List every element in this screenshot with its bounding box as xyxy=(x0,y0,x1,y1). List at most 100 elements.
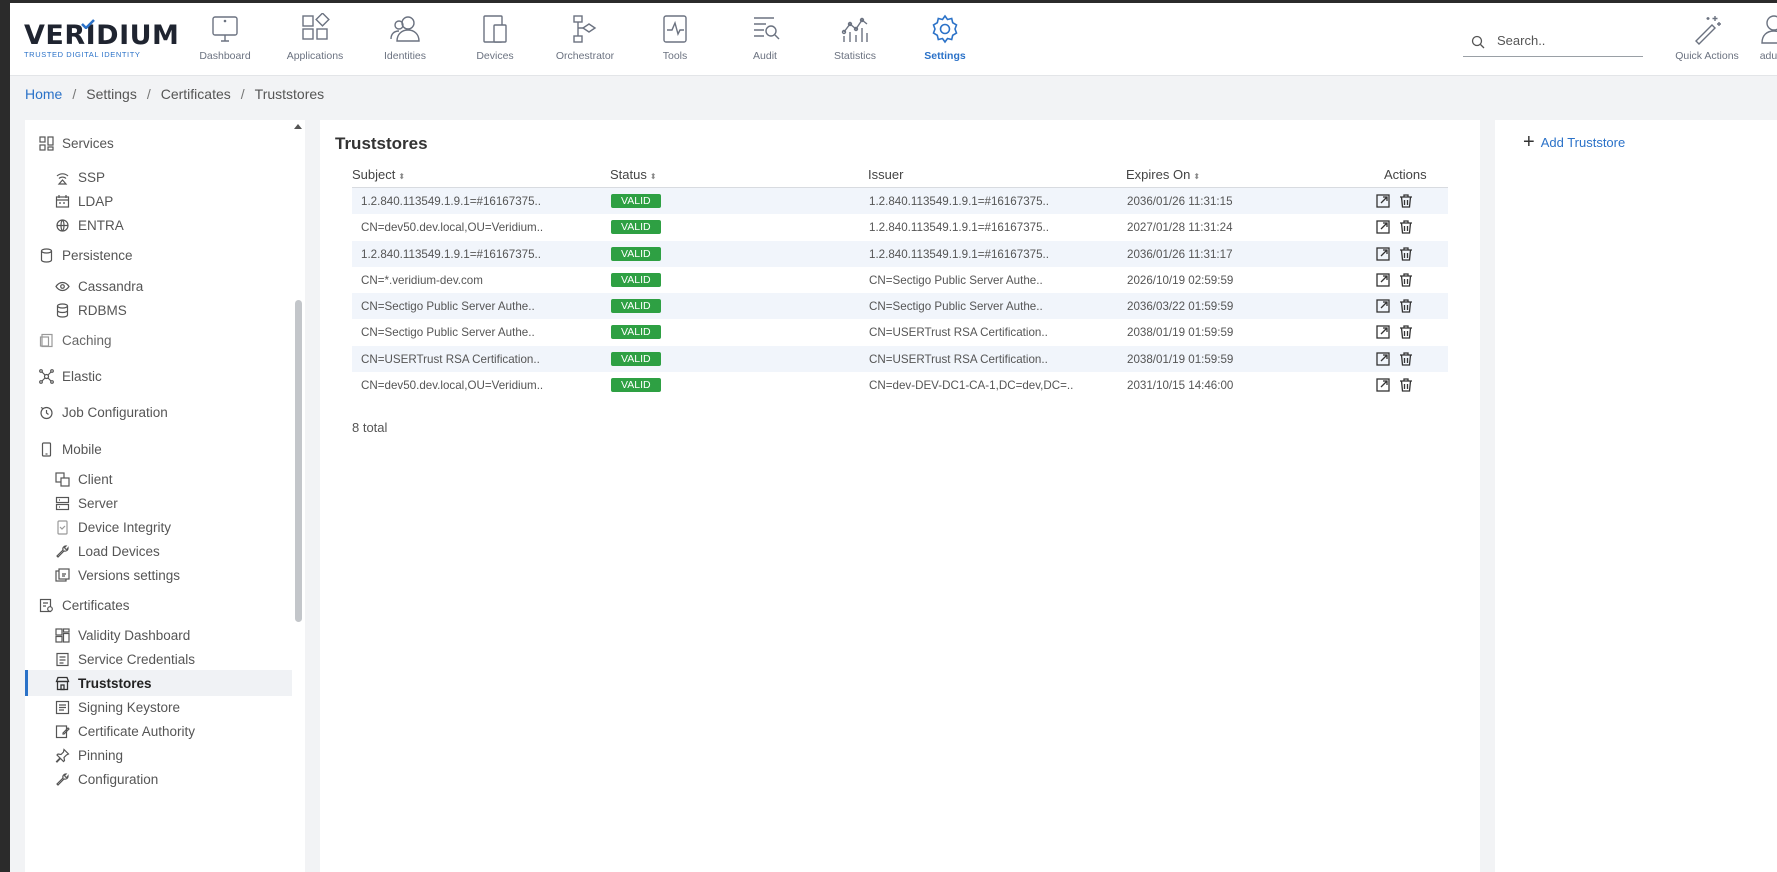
table-row[interactable]: CN=dev50.dev.local,OU=Veridium.. VALID 1.2… xyxy=(352,214,1448,240)
trash-icon[interactable] xyxy=(1398,298,1414,314)
column-expires-label: Expires On xyxy=(1126,167,1191,182)
table-row[interactable]: 1.2.840.113549.1.9.1=#16167375.. VALID 1.2… xyxy=(352,188,1448,215)
add-truststore-label: Add Truststore xyxy=(1540,134,1626,150)
table-row[interactable]: CN=Sectigo Public Server Authe.. VALID CN=… xyxy=(352,319,1448,345)
sidebar-item-configuration[interactable]: Configuration xyxy=(25,766,292,792)
sidebar-item-certificates[interactable]: Certificates xyxy=(25,592,292,618)
sidebar-item-services[interactable]: Services xyxy=(25,130,292,156)
user-menu[interactable]: aduse xyxy=(1754,3,1777,76)
audit-icon xyxy=(754,17,780,40)
add-truststore-button[interactable]: + Add Truststore xyxy=(1523,132,1626,152)
open-icon[interactable] xyxy=(1375,324,1391,340)
trash-icon[interactable] xyxy=(1398,219,1414,235)
page-title: Truststores xyxy=(335,134,428,153)
open-icon[interactable] xyxy=(1375,298,1391,314)
scroll-up-arrow-icon[interactable] xyxy=(294,124,302,129)
cache-icon xyxy=(39,333,53,347)
sidebar-item-certificate-authority[interactable]: Certificate Authority xyxy=(25,718,292,744)
nav-dashboard[interactable]: Dashboard xyxy=(180,3,270,76)
sidebar-item-server[interactable]: Server xyxy=(25,490,292,516)
gear-icon xyxy=(932,14,958,44)
column-actions-label: Actions xyxy=(1384,167,1427,182)
network-icon xyxy=(39,368,54,384)
table-row[interactable]: 1.2.840.113549.1.9.1=#16167375.. VALID 1.2… xyxy=(352,240,1448,267)
magic-wand-icon xyxy=(1695,16,1721,45)
nav-devices[interactable]: Devices xyxy=(450,3,540,76)
nav-tools[interactable]: Tools xyxy=(630,3,720,76)
sidebar-item-entra[interactable]: ENTRA xyxy=(25,212,292,238)
cell-expires: 2036/03/22 01:59:59 xyxy=(1127,300,1234,314)
table-row[interactable]: CN=USERTrust RSA Certification.. VALID CN=… xyxy=(352,345,1448,373)
sidebar-label: Device Integrity xyxy=(78,519,172,535)
sidebar-item-mobile[interactable]: Mobile xyxy=(25,436,292,462)
sidebar-item-rdbms[interactable]: RDBMS xyxy=(25,297,292,323)
breadcrumb-certificates[interactable]: Certificates xyxy=(161,86,231,102)
nav-statistics[interactable]: Statistics xyxy=(810,3,900,76)
document-icon xyxy=(56,652,69,666)
open-icon[interactable] xyxy=(1375,246,1391,262)
nav-settings[interactable]: Settings xyxy=(900,3,990,76)
nav-orchestrator[interactable]: Orchestrator xyxy=(540,3,630,76)
sidebar-item-persistence[interactable]: Persistence xyxy=(25,242,292,268)
sidebar-item-ldap[interactable]: LDAP xyxy=(25,188,292,214)
trash-icon[interactable] xyxy=(1398,246,1414,262)
open-icon[interactable] xyxy=(1375,219,1391,235)
logo-tagline: TRUSTED DIGITAL IDENTITY xyxy=(24,50,141,59)
open-icon[interactable] xyxy=(1375,351,1391,367)
search-input[interactable] xyxy=(1497,29,1637,51)
sidebar-item-elastic[interactable]: Elastic xyxy=(25,363,292,389)
cell-expires: 2036/01/26 11:31:15 xyxy=(1127,195,1233,208)
sidebar-item-caching[interactable]: Caching xyxy=(25,327,292,353)
column-expires[interactable]: Expires On ⬍ xyxy=(1126,167,1200,182)
sidebar-item-validity-dashboard[interactable]: Validity Dashboard xyxy=(25,622,292,648)
sidebar-item-device-integrity[interactable]: Device Integrity xyxy=(25,514,292,540)
table-row[interactable]: CN=Sectigo Public Server Authe.. VALID CN=… xyxy=(352,293,1448,320)
sidebar-item-truststores[interactable]: Truststores xyxy=(25,670,292,696)
table-row[interactable]: CN=*.veridium-dev.com VALID CN=Sectigo Pub… xyxy=(352,267,1448,293)
pin-icon xyxy=(55,747,70,763)
cell-issuer: 1.2.840.113549.1.9.1=#16167375.. xyxy=(869,195,1049,208)
nav-audit[interactable]: Audit xyxy=(720,3,810,76)
sidebar-label: Pinning xyxy=(78,747,124,763)
column-status[interactable]: Status ⬍ xyxy=(610,167,657,182)
nav-label: Devices xyxy=(476,50,514,62)
column-subject[interactable]: Subject ⬍ xyxy=(352,167,405,182)
breadcrumb-settings[interactable]: Settings xyxy=(86,86,137,102)
sidebar-scrollbar[interactable] xyxy=(292,120,305,872)
nav-identities[interactable]: Identities xyxy=(360,3,450,76)
status-badge: VALID xyxy=(611,351,661,366)
edit-icon xyxy=(55,724,70,738)
sidebar-item-pinning[interactable]: Pinning xyxy=(25,742,292,768)
sidebar-item-job-configuration[interactable]: Job Configuration xyxy=(25,399,292,425)
sidebar-label: Cassandra xyxy=(78,278,144,294)
sidebar-item-versions-settings[interactable]: Versions settings xyxy=(25,562,292,588)
open-icon[interactable] xyxy=(1375,272,1391,288)
quick-actions-button[interactable]: Quick Actions xyxy=(1662,3,1752,76)
veridium-logo[interactable]: VERIDIUM TRUSTED DIGITAL IDENTITY xyxy=(24,19,179,61)
status-badge: VALID xyxy=(611,378,661,393)
trash-icon[interactable] xyxy=(1398,351,1414,367)
sidebar-item-service-credentials[interactable]: Service Credentials xyxy=(25,646,292,672)
versions-icon xyxy=(55,567,70,582)
sidebar-item-client[interactable]: Client xyxy=(25,466,292,492)
trash-icon[interactable] xyxy=(1398,324,1414,340)
scrollbar-thumb[interactable] xyxy=(295,300,302,622)
sidebar-item-cassandra[interactable]: Cassandra xyxy=(25,273,292,299)
sidebar-label: Persistence xyxy=(62,247,133,263)
open-icon[interactable] xyxy=(1375,377,1391,393)
sidebar-item-load-devices[interactable]: Load Devices xyxy=(25,538,292,564)
cell-subject: 1.2.840.113549.1.9.1=#16167375.. xyxy=(361,247,541,261)
search-box xyxy=(1463,21,1643,57)
open-icon[interactable] xyxy=(1375,193,1391,209)
sidebar-item-signing-keystore[interactable]: Signing Keystore xyxy=(25,694,292,720)
table-row[interactable]: CN=dev50.dev.local,OU=Veridium.. VALID CN=… xyxy=(352,372,1448,398)
trash-icon[interactable] xyxy=(1398,377,1414,393)
sidebar-label: SSP xyxy=(78,169,106,185)
monitor-icon xyxy=(212,16,238,42)
trash-icon[interactable] xyxy=(1398,193,1414,209)
sidebar-item-ssp[interactable]: SSP xyxy=(25,164,292,190)
nav-applications[interactable]: Applications xyxy=(270,3,360,76)
breadcrumb-home[interactable]: Home xyxy=(25,86,62,102)
trash-icon[interactable] xyxy=(1398,272,1414,288)
cell-subject: CN=USERTrust RSA Certification.. xyxy=(361,352,540,366)
